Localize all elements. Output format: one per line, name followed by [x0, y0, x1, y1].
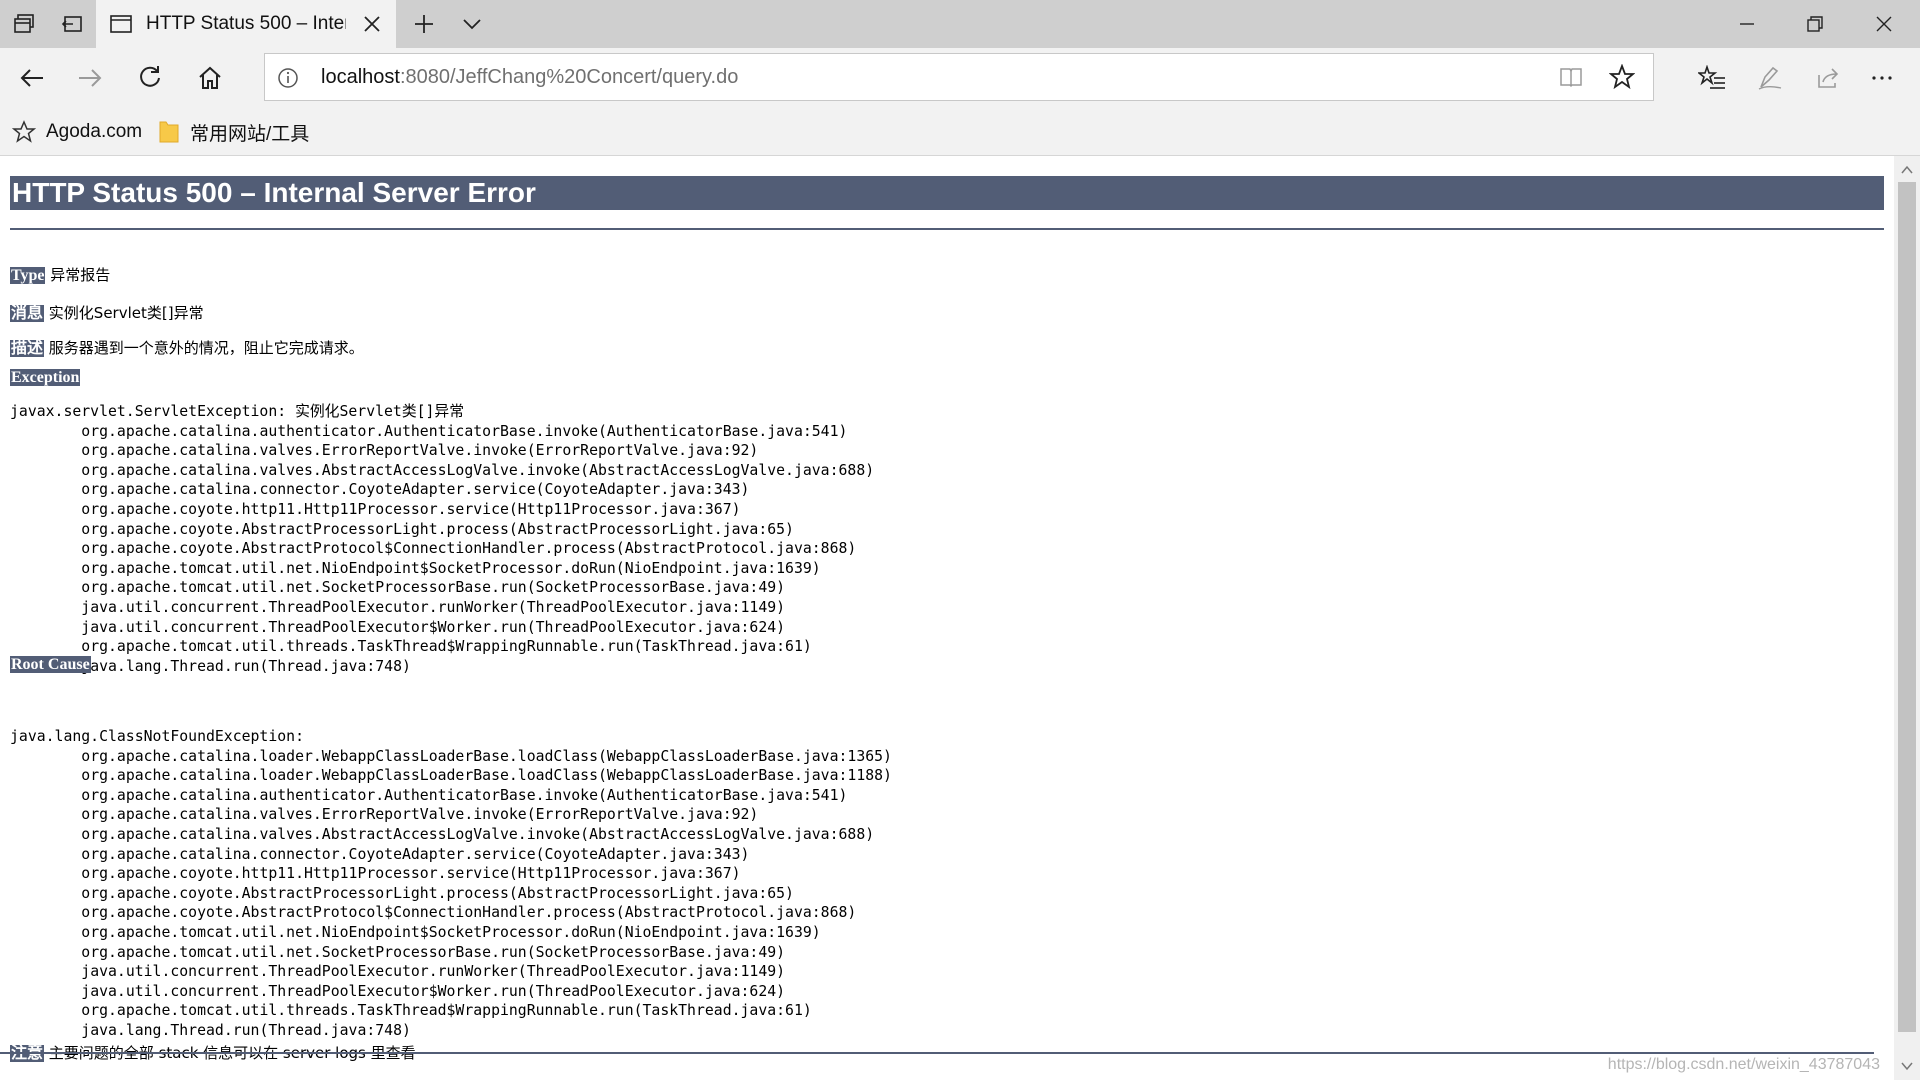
favorite-folder-tools[interactable]: 常用网站/工具	[158, 108, 309, 156]
refresh-button[interactable]	[126, 54, 174, 102]
footer-divider	[0, 1052, 1874, 1054]
browser-window: HTTP Status 500 – Internal Server Error	[0, 0, 1920, 1080]
tabs-aside-icon	[61, 16, 82, 32]
vertical-scrollbar[interactable]	[1894, 156, 1920, 1080]
type-value: 异常报告	[50, 266, 111, 284]
active-tab[interactable]: HTTP Status 500 – Internal Server Error	[96, 0, 396, 48]
scrollbar-thumb[interactable]	[1898, 182, 1916, 1032]
restore-button[interactable]	[1781, 0, 1849, 48]
tab-stack-icon	[14, 14, 34, 33]
favorite-agoda[interactable]: Agoda.com	[12, 108, 142, 156]
message-label: 消息	[10, 305, 45, 322]
minimize-button[interactable]	[1713, 0, 1781, 48]
page-viewport: HTTP Status 500 – Internal Server Error …	[0, 156, 1894, 1080]
forward-button[interactable]	[66, 54, 114, 102]
tab-actions-button[interactable]	[0, 0, 48, 48]
show-tab-previews-button[interactable]	[448, 0, 496, 48]
root-cause-stack-trace: java.lang.ClassNotFoundException: org.ap…	[10, 728, 892, 1039]
url-text[interactable]: localhost:8080/JeffChang%20Concert/query…	[321, 66, 738, 89]
favorites-hub-button[interactable]	[1688, 54, 1736, 102]
type-label: Type	[10, 267, 46, 284]
type-row: Type 异常报告	[10, 264, 110, 285]
chevron-down-icon	[463, 19, 481, 30]
scroll-up-icon[interactable]	[1899, 162, 1915, 178]
arrow-right-icon	[79, 69, 102, 87]
home-icon	[199, 66, 221, 89]
scroll-down-icon[interactable]	[1899, 1058, 1915, 1074]
description-row: 描述 服务器遇到一个意外的情况，阻止它完成请求。	[10, 334, 364, 358]
exception-heading-row: Exception	[10, 368, 81, 387]
url-host: localhost	[321, 66, 400, 88]
close-tab-icon[interactable]	[362, 14, 382, 34]
folder-icon	[159, 121, 179, 143]
root-cause-label: Root Cause	[10, 656, 91, 673]
add-favorite-star-icon[interactable]	[1609, 64, 1635, 90]
error-page: HTTP Status 500 – Internal Server Error …	[10, 176, 1884, 1062]
close-icon	[1876, 16, 1892, 32]
tab-title: HTTP Status 500 – Internal Server Error	[146, 13, 346, 34]
watermark: https://blog.csdn.net/weixin_43787043	[1607, 1056, 1880, 1073]
plus-icon	[415, 15, 433, 33]
minimize-icon	[1740, 23, 1754, 25]
settings-more-button[interactable]	[1858, 54, 1906, 102]
navigation-bar: localhost:8080/JeffChang%20Concert/query…	[0, 48, 1920, 108]
refresh-icon	[140, 66, 160, 87]
share-button[interactable]	[1804, 54, 1852, 102]
address-bar[interactable]: localhost:8080/JeffChang%20Concert/query…	[264, 53, 1654, 101]
reading-view-icon[interactable]	[1559, 66, 1583, 88]
star-outline-icon	[12, 120, 36, 143]
favorites-list-icon	[1698, 65, 1725, 89]
message-value: 实例化Servlet类[]异常	[48, 304, 204, 322]
set-tabs-aside-button[interactable]	[48, 0, 96, 48]
info-icon[interactable]	[277, 67, 299, 89]
home-button[interactable]	[186, 54, 234, 102]
pen-icon	[1758, 66, 1782, 90]
share-icon	[1818, 68, 1839, 88]
url-path: :8080/JeffChang%20Concert/query.do	[399, 66, 739, 88]
close-window-button[interactable]	[1850, 0, 1918, 48]
favorites-bar: Agoda.com 常用网站/工具	[0, 108, 1920, 156]
more-icon	[1872, 76, 1892, 80]
favorite-label: Agoda.com	[46, 121, 143, 142]
note-row: 注意 主要问题的全部 stack 信息可以在 server logs 里查看	[10, 1039, 416, 1063]
new-tab-button[interactable]	[400, 0, 448, 48]
root-cause-heading-row: Root Cause	[10, 655, 91, 674]
page-icon	[110, 15, 132, 33]
restore-icon	[1807, 16, 1823, 32]
page-title: HTTP Status 500 – Internal Server Error	[10, 176, 1884, 210]
exception-stack-trace: javax.servlet.ServletException: 实例化Servl…	[10, 403, 875, 675]
favorite-label: 常用网站/工具	[190, 123, 310, 145]
web-note-button[interactable]	[1746, 54, 1794, 102]
message-row: 消息 实例化Servlet类[]异常	[10, 299, 204, 323]
back-button[interactable]	[8, 54, 56, 102]
exception-label: Exception	[10, 369, 81, 386]
heading-divider	[10, 228, 1884, 230]
arrow-left-icon	[20, 69, 43, 87]
description-value: 服务器遇到一个意外的情况，阻止它完成请求。	[48, 339, 364, 357]
title-bar: HTTP Status 500 – Internal Server Error	[0, 0, 1920, 48]
description-label: 描述	[10, 340, 45, 357]
